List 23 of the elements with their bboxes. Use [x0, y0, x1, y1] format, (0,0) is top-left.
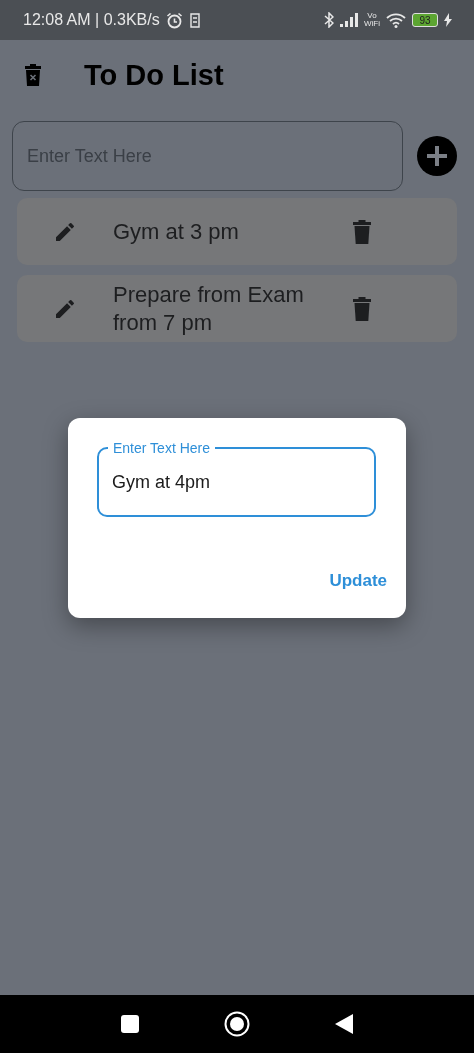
delete-icon[interactable] — [353, 296, 371, 321]
app-title: To Do List — [84, 58, 224, 92]
field-label: Enter Text Here — [108, 440, 215, 456]
sim-icon — [188, 12, 201, 28]
signal-icon — [340, 13, 358, 27]
battery-level: 93 — [412, 13, 438, 27]
delete-icon[interactable] — [353, 219, 371, 244]
delete-all-icon[interactable] — [24, 64, 42, 86]
vo-label: Vo — [367, 12, 377, 20]
task-text: Prepare from Exam from 7 pm — [113, 280, 305, 337]
status-time: 12:08 AM | 0.3KB/s — [23, 11, 160, 29]
wifi-icon — [386, 12, 406, 28]
add-icon[interactable] — [417, 136, 457, 176]
task-text: Gym at 3 pm — [113, 217, 240, 246]
update-button[interactable]: Update — [329, 567, 387, 595]
alarm-icon — [165, 11, 183, 29]
charging-icon — [444, 13, 452, 27]
bluetooth-icon — [324, 12, 334, 28]
back-icon[interactable] — [335, 1014, 353, 1034]
recents-icon[interactable] — [121, 1015, 139, 1033]
field-value: Gym at 4pm — [112, 471, 211, 493]
wifi-label: WiFi — [364, 20, 380, 28]
home-icon[interactable] — [224, 1011, 250, 1037]
